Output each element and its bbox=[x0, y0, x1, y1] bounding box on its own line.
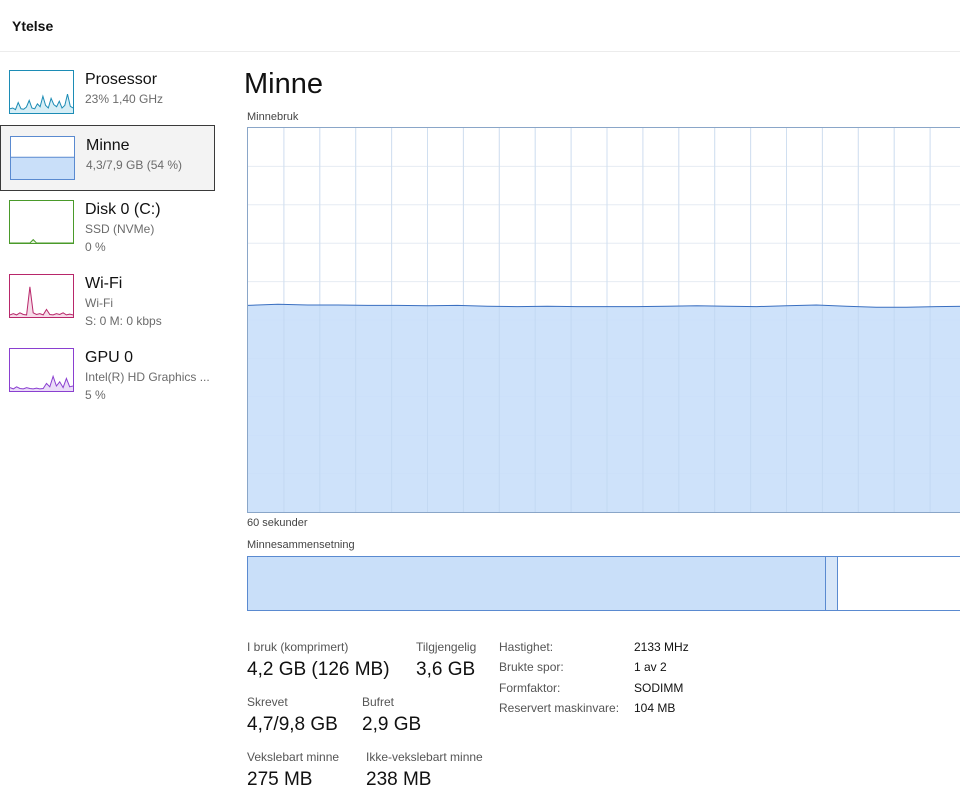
non-paged-pool-value: 238 MB bbox=[366, 769, 432, 790]
memory-usage-graph-label: Minnebruk bbox=[247, 111, 299, 123]
sidebar-item-detail: 4,3/7,9 GB (54 %) bbox=[86, 158, 183, 172]
thumbnail-line bbox=[10, 286, 73, 316]
thumbnail-line bbox=[10, 238, 73, 243]
cached-label: Bufret bbox=[362, 695, 395, 709]
committed-label: Skrevet bbox=[247, 695, 288, 709]
composition-modified-segment bbox=[826, 557, 838, 610]
cached-value: 2,9 GB bbox=[362, 714, 422, 735]
page-title: Minne bbox=[244, 68, 323, 100]
thumbnail-sparkline bbox=[11, 156, 74, 179]
memory-usage-area bbox=[248, 304, 960, 512]
speed-label: Hastighet: bbox=[499, 640, 554, 654]
sidebar-item-label: Prosessor bbox=[85, 71, 158, 88]
hardware-reserved-value: 104 MB bbox=[634, 701, 676, 715]
disk-thumbnail-graph bbox=[9, 200, 74, 244]
header-bar: Ytelse bbox=[0, 0, 960, 52]
slots-used-label: Brukte spor: bbox=[499, 660, 564, 674]
sidebar-item-gpu[interactable]: GPU 0 Intel(R) HD Graphics ... 5 % bbox=[0, 338, 215, 404]
form-factor-value: SODIMM bbox=[634, 681, 684, 695]
thumbnail-line bbox=[10, 374, 73, 390]
available-label: Tilgjengelig bbox=[416, 640, 477, 654]
thumbnail-sparkline bbox=[10, 93, 73, 113]
available-value: 3,6 GB bbox=[416, 659, 476, 680]
memory-usage-chart bbox=[248, 128, 960, 512]
committed-value: 4,7/9,8 GB bbox=[247, 714, 338, 735]
sidebar-item-label: Wi-Fi bbox=[85, 275, 123, 292]
sidebar-item-detail: Wi-Fi bbox=[85, 296, 113, 310]
wifi-thumbnail-graph bbox=[9, 274, 74, 318]
in-use-label: I bruk (komprimert) bbox=[247, 640, 349, 654]
memory-usage-graph bbox=[247, 127, 960, 513]
paged-pool-label: Vekslebart minne bbox=[247, 750, 340, 764]
sidebar-item-detail-2: S: 0 M: 0 kbps bbox=[85, 314, 162, 328]
thumbnail-area bbox=[10, 94, 73, 113]
sidebar-item-disk[interactable]: Disk 0 (C:) SSD (NVMe) 0 % bbox=[0, 190, 215, 256]
thumbnail-area bbox=[10, 286, 73, 317]
gpu-thumbnail-graph bbox=[9, 348, 74, 392]
sidebar-item-detail: SSD (NVMe) bbox=[85, 222, 155, 236]
sidebar-item-label: GPU 0 bbox=[85, 349, 134, 366]
thumbnail-area bbox=[10, 239, 73, 243]
memory-thumbnail-graph bbox=[10, 136, 75, 180]
sidebar-item-memory[interactable]: Minne 4,3/7,9 GB (54 %) bbox=[0, 125, 215, 191]
paged-pool-value: 275 MB bbox=[247, 769, 313, 790]
thumbnail-sparkline bbox=[10, 238, 73, 243]
speed-value: 2133 MHz bbox=[634, 640, 689, 654]
hardware-reserved-label: Reservert maskinvare: bbox=[499, 701, 620, 715]
sidebar-item-detail-2: 0 % bbox=[85, 240, 106, 254]
form-factor-label: Formfaktor: bbox=[499, 681, 561, 695]
non-paged-pool-label: Ikke-vekslebart minne bbox=[366, 750, 483, 764]
thumbnail-sparkline bbox=[10, 286, 73, 317]
processor-thumbnail-graph bbox=[9, 70, 74, 114]
sidebar-item-label: Minne bbox=[86, 137, 130, 154]
composition-in-use-segment bbox=[248, 557, 826, 610]
slots-used-value: 1 av 2 bbox=[634, 660, 667, 674]
graph-time-span-label: 60 sekunder bbox=[247, 517, 308, 529]
page-header-title: Ytelse bbox=[12, 18, 54, 34]
thumbnail-sparkline bbox=[10, 374, 73, 391]
memory-composition-bar bbox=[247, 556, 960, 611]
thumbnail-area bbox=[11, 157, 74, 179]
sidebar-item-detail: 23% 1,40 GHz bbox=[85, 92, 164, 106]
in-use-value: 4,2 GB (126 MB) bbox=[247, 659, 390, 680]
sidebar-item-processor[interactable]: Prosessor 23% 1,40 GHz bbox=[0, 60, 215, 126]
memory-composition-label: Minnesammensetning bbox=[247, 539, 355, 551]
sidebar-item-detail: Intel(R) HD Graphics ... bbox=[85, 370, 210, 384]
sidebar-item-label: Disk 0 (C:) bbox=[85, 201, 161, 218]
sidebar-item-detail-2: 5 % bbox=[85, 388, 106, 402]
sidebar-item-wifi[interactable]: Wi-Fi Wi-Fi S: 0 M: 0 kbps bbox=[0, 264, 215, 330]
